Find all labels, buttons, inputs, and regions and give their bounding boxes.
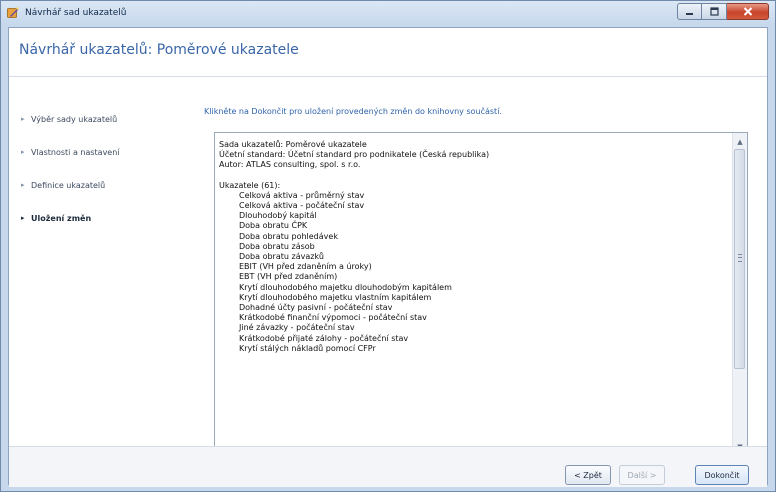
back-button[interactable]: < Zpět xyxy=(565,465,611,485)
indicator-item: Doba obratu ČPK xyxy=(239,221,308,231)
indicator-item: EBIT (VH před zdaněním a úroky) xyxy=(239,262,372,272)
window-controls xyxy=(677,3,769,20)
nav-step-label: Definice ukazatelů xyxy=(31,180,106,190)
scroll-up-button[interactable]: ▲ xyxy=(733,135,747,149)
summary-standard-line: Účetní standard: Účetní standard pro pod… xyxy=(219,150,490,160)
next-button[interactable]: Další > xyxy=(619,465,665,485)
indicator-item: Doba obratu zásob xyxy=(239,241,315,251)
indicator-item: Krátkodobé přijaté zálohy - počáteční st… xyxy=(239,333,409,343)
wizard-footer: < Zpět Další > Dokončit xyxy=(9,446,767,487)
indicator-item: EBT (VH před zdaněním) xyxy=(239,272,338,282)
nav-step-definitions[interactable]: ▸ Definice ukazatelů xyxy=(21,178,181,192)
step-bullet-icon: ▸ xyxy=(21,115,25,123)
indicator-item: Krytí dlouhodobého majetku dlouhodobým k… xyxy=(239,282,452,292)
nav-step-properties[interactable]: ▸ Vlastnosti a nastavení xyxy=(21,145,181,159)
indicator-item: Jiné závazky - počáteční stav xyxy=(239,323,355,333)
summary-textbox[interactable]: Sada ukazatelů: Poměrové ukazatele Účetn… xyxy=(214,132,748,457)
wizard-client-area: Návrhář ukazatelů: Poměrové ukazatele ▸ … xyxy=(8,27,768,487)
close-icon xyxy=(743,7,752,16)
nav-step-select-set[interactable]: ▸ Výběr sady ukazatelů xyxy=(21,112,181,126)
nav-step-label: Vlastnosti a nastavení xyxy=(31,147,120,157)
close-button[interactable] xyxy=(727,3,769,20)
summary-indicators-header: Ukazatele (61): xyxy=(219,180,281,190)
indicator-item: Celková aktiva - průměrný stav xyxy=(239,190,365,200)
scroll-up-arrow-icon: ▲ xyxy=(737,138,743,146)
indicator-item: Krytí dlouhodobého majetku vlastním kapi… xyxy=(239,292,432,302)
wizard-header: Návrhář ukazatelů: Poměrové ukazatele xyxy=(9,28,767,77)
summary-spacer xyxy=(219,171,731,181)
nav-step-save-changes[interactable]: ▸ Uložení změn xyxy=(21,211,181,225)
summary-set-line: Sada ukazatelů: Poměrové ukazatele xyxy=(219,140,367,149)
indicator-item: Dlouhodobý kapitál xyxy=(239,211,317,221)
maximize-button[interactable] xyxy=(702,3,727,20)
indicator-item: Krátkodobé finanční výpomoci - počáteční… xyxy=(239,313,427,323)
step-bullet-icon: ▸ xyxy=(21,181,25,189)
vertical-scrollbar[interactable]: ▲ ▼ xyxy=(732,133,747,456)
wizard-window: Návrhář sad ukazatelů Návrhář ukazatelů:… xyxy=(0,0,776,492)
window-title: Návrhář sad ukazatelů xyxy=(25,8,127,18)
title-bar[interactable]: Návrhář sad ukazatelů xyxy=(1,1,775,27)
nav-step-label: Uložení změn xyxy=(31,213,92,223)
indicator-item: Celková aktiva - počáteční stav xyxy=(239,201,365,211)
step-bullet-icon: ▸ xyxy=(21,148,25,156)
indicator-item: Dohadné účty pasivní - počáteční stav xyxy=(239,303,393,313)
wizard-app-icon xyxy=(7,7,19,18)
scrollbar-thumb[interactable] xyxy=(734,149,745,369)
indicator-item: Doba obratu závazků xyxy=(239,252,324,262)
page-title: Návrhář ukazatelů: Poměrové ukazatele xyxy=(19,42,299,58)
summary-author-line: Autor: ATLAS consulting, spol. s r.o. xyxy=(219,160,361,170)
wizard-steps-nav: ▸ Výběr sady ukazatelů ▸ Vlastnosti a na… xyxy=(21,112,181,244)
instruction-text: Klikněte na Dokončit pro uložení provede… xyxy=(204,107,502,116)
maximize-icon xyxy=(709,7,719,16)
finish-button[interactable]: Dokončit xyxy=(695,465,749,485)
indicator-item: Doba obratu pohledávek xyxy=(239,231,338,241)
summary-text[interactable]: Sada ukazatelů: Poměrové ukazatele Účetn… xyxy=(219,140,731,454)
minimize-button[interactable] xyxy=(677,3,702,20)
grip-icon xyxy=(738,254,742,262)
minimize-icon xyxy=(686,13,693,15)
step-bullet-icon: ▸ xyxy=(21,214,25,222)
nav-step-label: Výběr sady ukazatelů xyxy=(31,114,118,124)
indicator-item: Krytí stálých nákladů pomocí CFPr xyxy=(239,343,376,353)
